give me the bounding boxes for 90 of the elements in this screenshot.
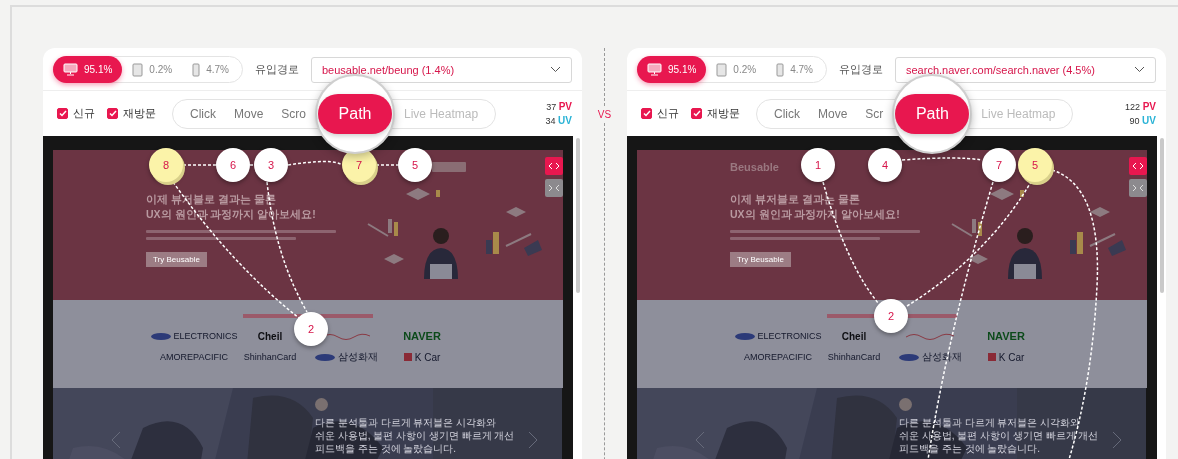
- device-tab[interactable]: 4.7%: [182, 56, 239, 83]
- stat-value: 37: [546, 102, 557, 112]
- stat-unit: PV: [558, 101, 572, 112]
- partner-logo: 삼성화재: [337, 350, 378, 364]
- chevron-left-icon: [694, 430, 706, 450]
- oval-logo-icon: [898, 353, 919, 361]
- flag-icon: [403, 353, 412, 361]
- checkbox-label: 재방문: [707, 106, 740, 121]
- checkbox[interactable]: [641, 108, 652, 119]
- stat-unit: PV: [1142, 101, 1156, 112]
- site-logo: Beusable: [730, 161, 779, 173]
- device-tab[interactable]: 0.2%: [706, 56, 767, 83]
- device-tab[interactable]: 95.1%: [637, 56, 707, 83]
- mode-tab[interactable]: Scro: [272, 106, 316, 121]
- stat-value: 122: [1125, 102, 1141, 112]
- partner-logo: AMOREPACIFIC: [744, 352, 812, 362]
- checkbox-label: 신규: [657, 106, 679, 121]
- checkbox-label: 신규: [73, 106, 95, 121]
- mode-tab[interactable]: Click: [765, 106, 809, 121]
- chevron-down-icon: [1134, 66, 1145, 73]
- partner-logo: AMOREPACIFIC: [160, 352, 228, 362]
- scrollbar-thumb[interactable]: [575, 138, 580, 293]
- phone-icon: [192, 62, 201, 77]
- partner-logo: K Car: [998, 351, 1025, 363]
- partner-logo: ShinhanCard: [827, 352, 881, 362]
- path-node[interactable]: 5: [1018, 148, 1052, 182]
- partner-logo: 삼성화재: [921, 350, 962, 364]
- device-tab[interactable]: 95.1%: [53, 56, 123, 83]
- chevron-right-icon: [1111, 430, 1123, 450]
- script-logo-icon: [904, 332, 956, 340]
- partner-logo: NAVER: [403, 330, 441, 342]
- stat-unit: UV: [558, 115, 572, 126]
- path-line: [182, 164, 217, 166]
- path-line: [287, 160, 343, 166]
- monitor-icon: [63, 63, 78, 76]
- oval-logo-icon: [734, 332, 755, 340]
- mode-tab[interactable]: Path: [318, 93, 393, 134]
- tablet-icon: [132, 62, 144, 77]
- stat-value: 90: [1129, 116, 1140, 126]
- referrer-label: 유입경로: [839, 62, 883, 77]
- chevron-down-icon: [550, 66, 561, 73]
- oval-logo-icon: [314, 353, 335, 361]
- testimonial-text: 다른 분석툴과 다르게 뷰저블은 시각화와 쉬운 사용법, 불편 사항이 생기면 빠르게 개선 피드백을 주는 것에 놀랐습니다.: [315, 416, 515, 455]
- collapse-icon: [1132, 184, 1144, 192]
- tablet-icon: [716, 62, 728, 77]
- path-line: [249, 164, 255, 166]
- device-tab[interactable]: 0.2%: [122, 56, 183, 83]
- expand-icon: [548, 162, 560, 170]
- mode-tab[interactable]: Click: [181, 106, 225, 121]
- chevron-right-icon: [527, 430, 539, 450]
- path-node[interactable]: 8: [149, 148, 183, 182]
- device-tab[interactable]: 4.7%: [766, 56, 823, 83]
- checkbox[interactable]: [107, 108, 118, 119]
- partner-logo: ELECTRONICS: [757, 331, 822, 341]
- referrer-label: 유입경로: [255, 62, 299, 77]
- scrollbar-thumb[interactable]: [1159, 138, 1164, 293]
- expand-icon: [1132, 162, 1144, 170]
- collapse-button[interactable]: [545, 179, 563, 197]
- mode-tab[interactable]: Move: [225, 106, 273, 121]
- stat-value: 34: [545, 116, 556, 126]
- mode-tab[interactable]: Scr: [856, 106, 893, 121]
- checkbox-label: 재방문: [123, 106, 156, 121]
- monitor-icon: [647, 63, 662, 76]
- partner-logo: K Car: [414, 351, 441, 363]
- partner-logo: ELECTRONICS: [173, 331, 238, 341]
- vs-label: VS: [597, 108, 612, 122]
- path-line: [375, 164, 399, 166]
- testimonial-text: 다른 분석툴과 다르게 뷰저블은 시각화와 쉬운 사용법, 불편 사항이 생기면 빠르게 개선 피드백을 주는 것에 놀랐습니다.: [899, 416, 1099, 455]
- hero-headline: 이제 뷰저블로 결과는 물론 UX의 원인과 과정까지 알아보세요!: [730, 192, 901, 222]
- expand-button[interactable]: [1129, 157, 1147, 175]
- try-button[interactable]: Try Beusable: [730, 252, 791, 267]
- expand-button[interactable]: [545, 157, 563, 175]
- partner-logo: Cheil: [257, 330, 283, 342]
- flag-icon: [987, 353, 996, 361]
- mode-tab[interactable]: Move: [809, 106, 857, 121]
- try-button[interactable]: Try Beusable: [146, 252, 207, 267]
- collapse-icon: [548, 184, 560, 192]
- partner-logo: NAVER: [987, 330, 1025, 342]
- phone-icon: [776, 62, 785, 77]
- oval-logo-icon: [150, 332, 171, 340]
- checkbox[interactable]: [691, 108, 702, 119]
- checkbox[interactable]: [57, 108, 68, 119]
- partner-logo: Cheil: [841, 330, 867, 342]
- chevron-left-icon: [110, 430, 122, 450]
- mode-tab[interactable]: Path: [895, 93, 970, 134]
- collapse-button[interactable]: [1129, 179, 1147, 197]
- partner-logo: ShinhanCard: [243, 352, 297, 362]
- nav-button-shape: [432, 162, 466, 172]
- stat-unit: UV: [1142, 115, 1156, 126]
- hero-headline: 이제 뷰저블로 결과는 물론 UX의 원인과 과정까지 알아보세요!: [146, 192, 317, 222]
